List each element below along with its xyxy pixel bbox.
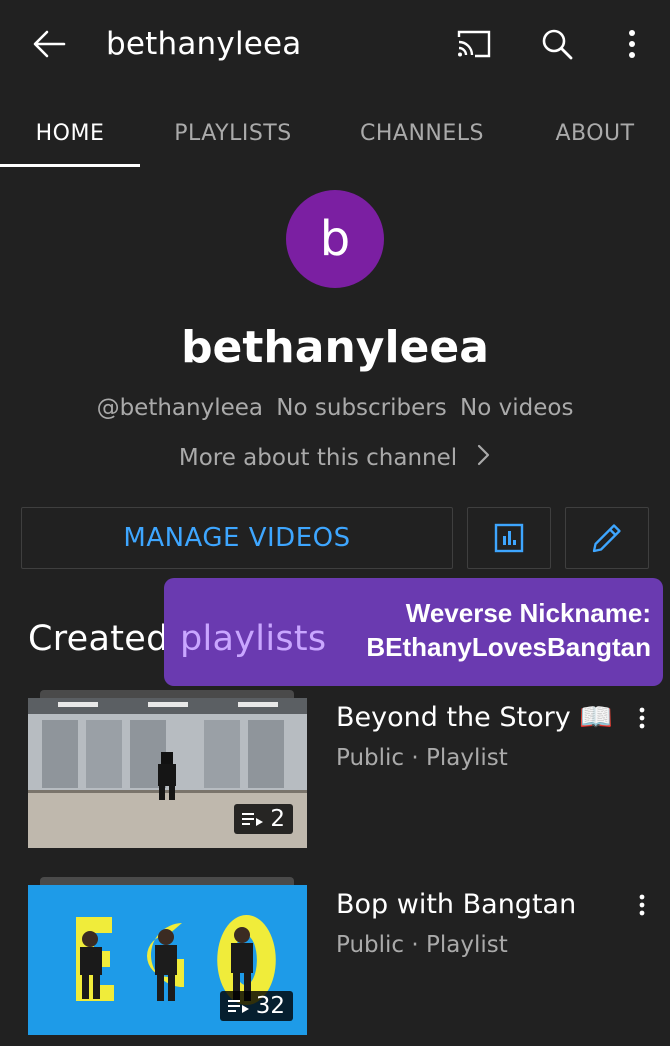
cast-icon [457,30,491,58]
manage-videos-button[interactable]: MANAGE VIDEOS [21,507,453,569]
pencil-icon [592,524,621,553]
more-vert-icon [639,707,645,729]
subscriber-count: No subscribers [276,395,447,421]
app-bar-title: bethanyleea [106,26,302,62]
analytics-button[interactable] [467,507,551,569]
thumbnail-stack-edge [40,877,294,885]
video-count-badge: 2 [234,804,293,834]
more-about-label: More about this channel [178,445,458,471]
search-button[interactable] [533,22,581,66]
channel-name: bethanyleea [181,322,489,373]
playlist-title[interactable]: Bop with Bangtan [336,887,576,923]
video-count-badge: 32 [219,991,293,1021]
search-icon [542,29,573,60]
overlay-line-1: Weverse Nickname: [405,598,651,628]
playlist-subtitle: Public · Playlist [336,745,508,771]
playlist-more-button[interactable] [628,887,656,923]
overlay-section-title-fragment: playlists [180,619,327,659]
tab-playlists[interactable]: PLAYLISTS [162,100,304,166]
cast-button[interactable] [450,22,498,66]
playlist-thumbnail[interactable]: 2 [28,698,307,848]
back-button[interactable] [24,22,74,66]
tab-about[interactable]: ABOUT [540,100,650,166]
video-count: No videos [460,395,574,421]
tab-home[interactable]: HOME [0,100,140,166]
video-count-number: 2 [270,806,285,832]
channel-meta: @bethanyleea No subscribers No videos [0,392,670,424]
channel-avatar[interactable]: b [286,190,384,288]
more-vert-icon [629,30,635,58]
nickname-overlay: playlists Weverse Nickname: BEthanyLoves… [164,578,663,686]
playlist-play-icon [242,813,264,826]
back-arrow-icon [33,30,66,58]
thumbnail-stack-edge [40,690,294,698]
video-count-number: 32 [255,993,285,1019]
active-tab-indicator [0,164,140,167]
analytics-icon [494,523,524,553]
playlist-title[interactable]: Beyond the Story 📖 [336,700,613,736]
tab-channels[interactable]: CHANNELS [346,100,498,166]
playlist-thumbnail[interactable]: 32 [28,885,307,1035]
playlist-subtitle: Public · Playlist [336,932,508,958]
playlist-item[interactable]: 2 Beyond the Story 📖 Public · Playlist [0,690,670,850]
more-options-button[interactable] [608,22,656,66]
playlist-play-icon [227,1000,249,1013]
chevron-right-icon [477,443,491,475]
playlist-more-button[interactable] [628,700,656,736]
playlist-item[interactable]: 32 Bop with Bangtan Public · Playlist [0,877,670,1037]
overlay-line-2: BEthanyLovesBangtan [366,632,651,662]
top-app-bar: bethanyleea [0,0,670,88]
more-about-channel-link[interactable]: More about this channel [0,442,670,475]
overlay-caption: Weverse Nickname: BEthanyLovesBangtan [366,596,651,664]
more-vert-icon [639,894,645,916]
channel-handle: @bethanyleea [96,395,263,421]
channel-tabs: HOME PLAYLISTS CHANNELS ABOUT [0,100,670,170]
edit-channel-button[interactable] [565,507,649,569]
